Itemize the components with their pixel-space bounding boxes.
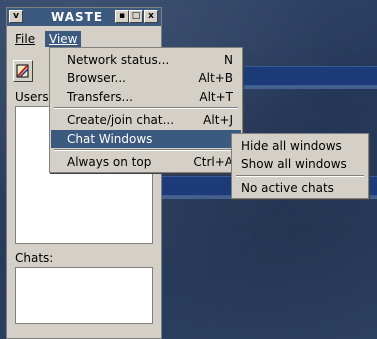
menu-item-label: Create/join chat...: [67, 113, 175, 127]
menu-item-label: Network status...: [67, 53, 170, 67]
menu-separator: [236, 175, 364, 177]
menu-separator: [54, 107, 238, 109]
menu-item-label: No active chats: [241, 181, 334, 195]
window-title: WASTE: [51, 10, 104, 24]
menu-item-no-active-chats: No active chats: [233, 179, 367, 197]
users-label: Users: [15, 90, 49, 104]
chats-list[interactable]: [15, 267, 153, 324]
menu-item-hide-all-windows[interactable]: Hide all windows: [233, 137, 367, 155]
maximize-icon: □: [131, 11, 141, 21]
chat-windows-submenu: Hide all windows Show all windows No act…: [231, 133, 369, 199]
minimize-icon: ▪: [118, 11, 126, 21]
menu-item-label: Hide all windows: [241, 139, 342, 153]
menu-item-label: Always on top: [67, 155, 152, 169]
menu-view[interactable]: View: [45, 31, 82, 47]
window-menu-button[interactable]: v: [9, 10, 23, 23]
maximize-button[interactable]: □: [129, 10, 143, 23]
chevron-down-icon: v: [13, 11, 19, 21]
menu-item-shortcut: Alt+T: [199, 90, 233, 104]
menu-file-label: File: [15, 32, 36, 46]
menu-bar: File View: [7, 30, 161, 48]
menu-item-label: Chat Windows: [67, 132, 153, 146]
menu-file[interactable]: File: [11, 31, 39, 47]
menu-item-shortcut: Ctrl+A: [193, 155, 233, 169]
menu-item-shortcut: Alt+B: [198, 71, 233, 85]
menu-item-label: Transfers...: [67, 90, 133, 104]
menu-item-always-on-top[interactable]: Always on top Ctrl+A: [51, 153, 241, 171]
title-bar[interactable]: v WASTE ▪ □ x: [7, 8, 161, 26]
menu-item-browser[interactable]: Browser... Alt+B: [51, 69, 241, 87]
menu-item-show-all-windows[interactable]: Show all windows: [233, 155, 367, 173]
toolbar-button[interactable]: [13, 60, 33, 82]
menu-item-shortcut: Alt+J: [203, 113, 233, 127]
menu-view-label: View: [49, 32, 78, 46]
menu-item-network-status[interactable]: Network status... N: [51, 51, 241, 69]
close-button[interactable]: x: [144, 10, 158, 23]
menu-separator: [54, 149, 238, 151]
menu-item-transfers[interactable]: Transfers... Alt+T: [51, 88, 241, 106]
menu-item-shortcut: N: [224, 53, 233, 67]
menu-item-label: Browser...: [67, 71, 126, 85]
chats-label: Chats:: [15, 251, 54, 265]
view-menu-dropdown: Network status... N Browser... Alt+B Tra…: [49, 47, 243, 173]
menu-item-chat-windows[interactable]: Chat Windows: [51, 130, 241, 148]
menu-item-label: Show all windows: [241, 157, 347, 171]
minimize-button[interactable]: ▪: [115, 10, 129, 23]
menu-item-create-join-chat[interactable]: Create/join chat... Alt+J: [51, 111, 241, 129]
close-icon: x: [148, 11, 154, 21]
edit-icon: [16, 64, 29, 78]
